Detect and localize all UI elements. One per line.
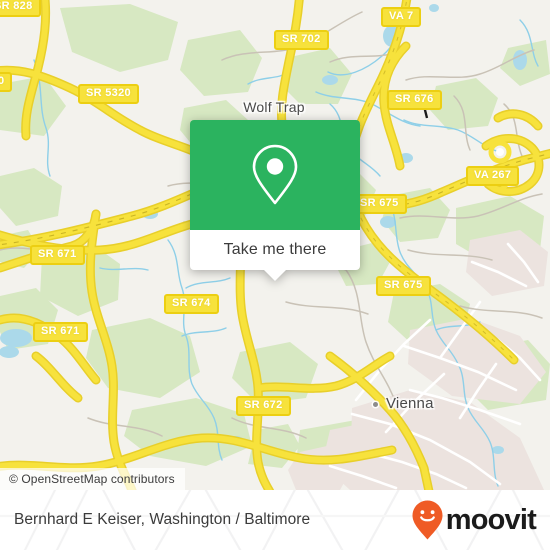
road-shield-sr-671-a[interactable]: SR 671 — [30, 245, 85, 265]
take-me-there-label: Take me there — [223, 241, 327, 258]
town-dot-vienna — [373, 402, 378, 407]
road-shield-sr-675-b[interactable]: SR 675 — [376, 276, 431, 296]
road-shield-sr-672[interactable]: SR 672 — [236, 396, 291, 416]
callout-tail-pointer — [264, 270, 286, 281]
road-shield-sr-675-a[interactable]: SR 675 — [352, 194, 407, 214]
moovit-wordmark: moovit — [445, 504, 537, 536]
location-callout-card[interactable]: Take me there — [190, 120, 360, 281]
road-shield-sr-674[interactable]: SR 674 — [164, 294, 219, 314]
road-shield-sr-5320[interactable]: SR 5320 — [78, 84, 139, 104]
road-shield-va-267[interactable]: VA 267 — [466, 166, 520, 186]
osm-attribution[interactable]: © OpenStreetMap contributors — [0, 468, 185, 490]
road-shield-sr-828[interactable]: SR 828 — [0, 0, 41, 17]
road-shield-sr-702[interactable]: SR 702 — [274, 30, 329, 50]
footer-bar: Bernhard E Keiser, Washington / Baltimor… — [0, 490, 550, 550]
place-label-vienna: Vienna — [386, 395, 434, 412]
road-shield-va-7[interactable]: VA 7 — [381, 7, 422, 27]
moovit-pin-smiley-icon — [412, 500, 443, 540]
callout-icon-panel — [190, 120, 360, 230]
callout-action-panel[interactable]: Take me there — [190, 230, 360, 281]
place-label-wolf-trap: Wolf Trap — [243, 99, 305, 115]
location-title: Bernhard E Keiser, Washington / Baltimor… — [14, 511, 311, 528]
moovit-brand[interactable]: moovit — [411, 499, 537, 541]
road-shield-sr-676[interactable]: SR 676 — [387, 90, 442, 110]
road-shield-edge-clipped[interactable]: 0 — [0, 72, 13, 92]
map-canvas[interactable]: SR 828 SR 5320 SR 702 VA 7 SR 676 VA 267… — [0, 0, 550, 490]
map-pin-icon — [252, 144, 298, 205]
road-shield-sr-671-b[interactable]: SR 671 — [33, 322, 88, 342]
